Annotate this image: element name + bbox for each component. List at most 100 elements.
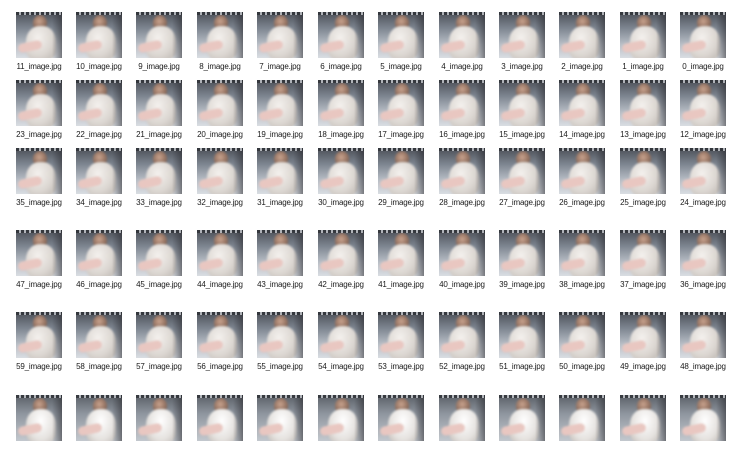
file-item[interactable]: 58_image.jpg	[68, 312, 130, 378]
image-thumbnail[interactable]	[620, 80, 666, 126]
file-item[interactable]: 14_image.jpg	[551, 80, 613, 146]
file-item[interactable]	[491, 395, 553, 461]
image-thumbnail[interactable]	[680, 312, 726, 358]
file-item[interactable]: 54_image.jpg	[310, 312, 372, 378]
image-thumbnail[interactable]	[257, 230, 303, 276]
file-item[interactable]: 55_image.jpg	[249, 312, 311, 378]
file-item[interactable]: 34_image.jpg	[68, 148, 130, 214]
image-thumbnail[interactable]	[378, 12, 424, 58]
image-thumbnail[interactable]	[257, 12, 303, 58]
image-thumbnail[interactable]	[439, 230, 485, 276]
file-item[interactable]: 56_image.jpg	[189, 312, 251, 378]
file-item[interactable]: 33_image.jpg	[128, 148, 190, 214]
image-thumbnail[interactable]	[559, 230, 605, 276]
file-item[interactable]: 47_image.jpg	[8, 230, 70, 296]
file-item[interactable]: 9_image.jpg	[128, 12, 190, 78]
image-thumbnail[interactable]	[76, 148, 122, 194]
image-thumbnail[interactable]	[378, 148, 424, 194]
file-item[interactable]: 24_image.jpg	[672, 148, 731, 214]
file-item[interactable]: 28_image.jpg	[431, 148, 493, 214]
file-item[interactable]: 31_image.jpg	[249, 148, 311, 214]
file-item[interactable]: 10_image.jpg	[68, 12, 130, 78]
image-thumbnail[interactable]	[680, 148, 726, 194]
file-item[interactable]: 25_image.jpg	[612, 148, 674, 214]
file-item[interactable]: 49_image.jpg	[612, 312, 674, 378]
image-thumbnail[interactable]	[559, 395, 605, 441]
image-thumbnail[interactable]	[197, 12, 243, 58]
image-thumbnail[interactable]	[559, 12, 605, 58]
file-item[interactable]: 1_image.jpg	[612, 12, 674, 78]
file-item[interactable]: 35_image.jpg	[8, 148, 70, 214]
image-thumbnail[interactable]	[620, 148, 666, 194]
image-thumbnail[interactable]	[257, 395, 303, 441]
image-thumbnail[interactable]	[499, 12, 545, 58]
file-item[interactable]: 51_image.jpg	[491, 312, 553, 378]
image-thumbnail[interactable]	[378, 230, 424, 276]
file-item[interactable]: 27_image.jpg	[491, 148, 553, 214]
file-item[interactable]	[431, 395, 493, 461]
image-thumbnail[interactable]	[257, 312, 303, 358]
image-thumbnail[interactable]	[197, 312, 243, 358]
image-thumbnail[interactable]	[136, 395, 182, 441]
image-thumbnail[interactable]	[136, 12, 182, 58]
image-thumbnail[interactable]	[439, 395, 485, 441]
image-thumbnail[interactable]	[318, 80, 364, 126]
image-thumbnail[interactable]	[378, 395, 424, 441]
image-thumbnail[interactable]	[559, 80, 605, 126]
file-item[interactable]: 20_image.jpg	[189, 80, 251, 146]
image-thumbnail[interactable]	[680, 230, 726, 276]
file-item[interactable]	[8, 395, 70, 461]
file-item[interactable]: 16_image.jpg	[431, 80, 493, 146]
file-item[interactable]	[672, 395, 731, 461]
image-thumbnail[interactable]	[499, 148, 545, 194]
image-thumbnail[interactable]	[378, 312, 424, 358]
file-item[interactable]: 3_image.jpg	[491, 12, 553, 78]
file-item[interactable]: 6_image.jpg	[310, 12, 372, 78]
image-thumbnail[interactable]	[499, 230, 545, 276]
file-item[interactable]	[68, 395, 130, 461]
file-item[interactable]: 44_image.jpg	[189, 230, 251, 296]
file-item[interactable]: 46_image.jpg	[68, 230, 130, 296]
file-item[interactable]	[189, 395, 251, 461]
file-item[interactable]: 21_image.jpg	[128, 80, 190, 146]
image-thumbnail[interactable]	[680, 80, 726, 126]
image-thumbnail[interactable]	[16, 80, 62, 126]
image-thumbnail[interactable]	[499, 80, 545, 126]
file-item[interactable]: 43_image.jpg	[249, 230, 311, 296]
file-item[interactable]: 57_image.jpg	[128, 312, 190, 378]
image-thumbnail[interactable]	[318, 395, 364, 441]
file-item[interactable]: 8_image.jpg	[189, 12, 251, 78]
file-item[interactable]	[249, 395, 311, 461]
image-thumbnail[interactable]	[499, 395, 545, 441]
file-item[interactable]: 59_image.jpg	[8, 312, 70, 378]
file-item[interactable]: 30_image.jpg	[310, 148, 372, 214]
image-thumbnail[interactable]	[16, 395, 62, 441]
file-item[interactable]: 15_image.jpg	[491, 80, 553, 146]
image-thumbnail[interactable]	[76, 12, 122, 58]
image-thumbnail[interactable]	[76, 80, 122, 126]
file-item[interactable]: 0_image.jpg	[672, 12, 731, 78]
file-item[interactable]: 32_image.jpg	[189, 148, 251, 214]
file-item[interactable]: 41_image.jpg	[370, 230, 432, 296]
image-thumbnail[interactable]	[136, 80, 182, 126]
file-item[interactable]: 11_image.jpg	[8, 12, 70, 78]
image-thumbnail[interactable]	[378, 80, 424, 126]
image-thumbnail[interactable]	[680, 12, 726, 58]
file-item[interactable]: 40_image.jpg	[431, 230, 493, 296]
image-thumbnail[interactable]	[559, 148, 605, 194]
file-item[interactable]: 4_image.jpg	[431, 12, 493, 78]
image-thumbnail[interactable]	[257, 148, 303, 194]
image-thumbnail[interactable]	[136, 312, 182, 358]
file-item[interactable]: 42_image.jpg	[310, 230, 372, 296]
file-item[interactable]: 13_image.jpg	[612, 80, 674, 146]
file-item[interactable]: 17_image.jpg	[370, 80, 432, 146]
file-item[interactable]: 19_image.jpg	[249, 80, 311, 146]
file-item[interactable]	[310, 395, 372, 461]
image-thumbnail[interactable]	[439, 12, 485, 58]
file-item[interactable]: 22_image.jpg	[68, 80, 130, 146]
image-thumbnail[interactable]	[16, 12, 62, 58]
image-thumbnail[interactable]	[620, 395, 666, 441]
image-thumbnail[interactable]	[318, 312, 364, 358]
file-item[interactable]: 53_image.jpg	[370, 312, 432, 378]
file-item[interactable]	[370, 395, 432, 461]
